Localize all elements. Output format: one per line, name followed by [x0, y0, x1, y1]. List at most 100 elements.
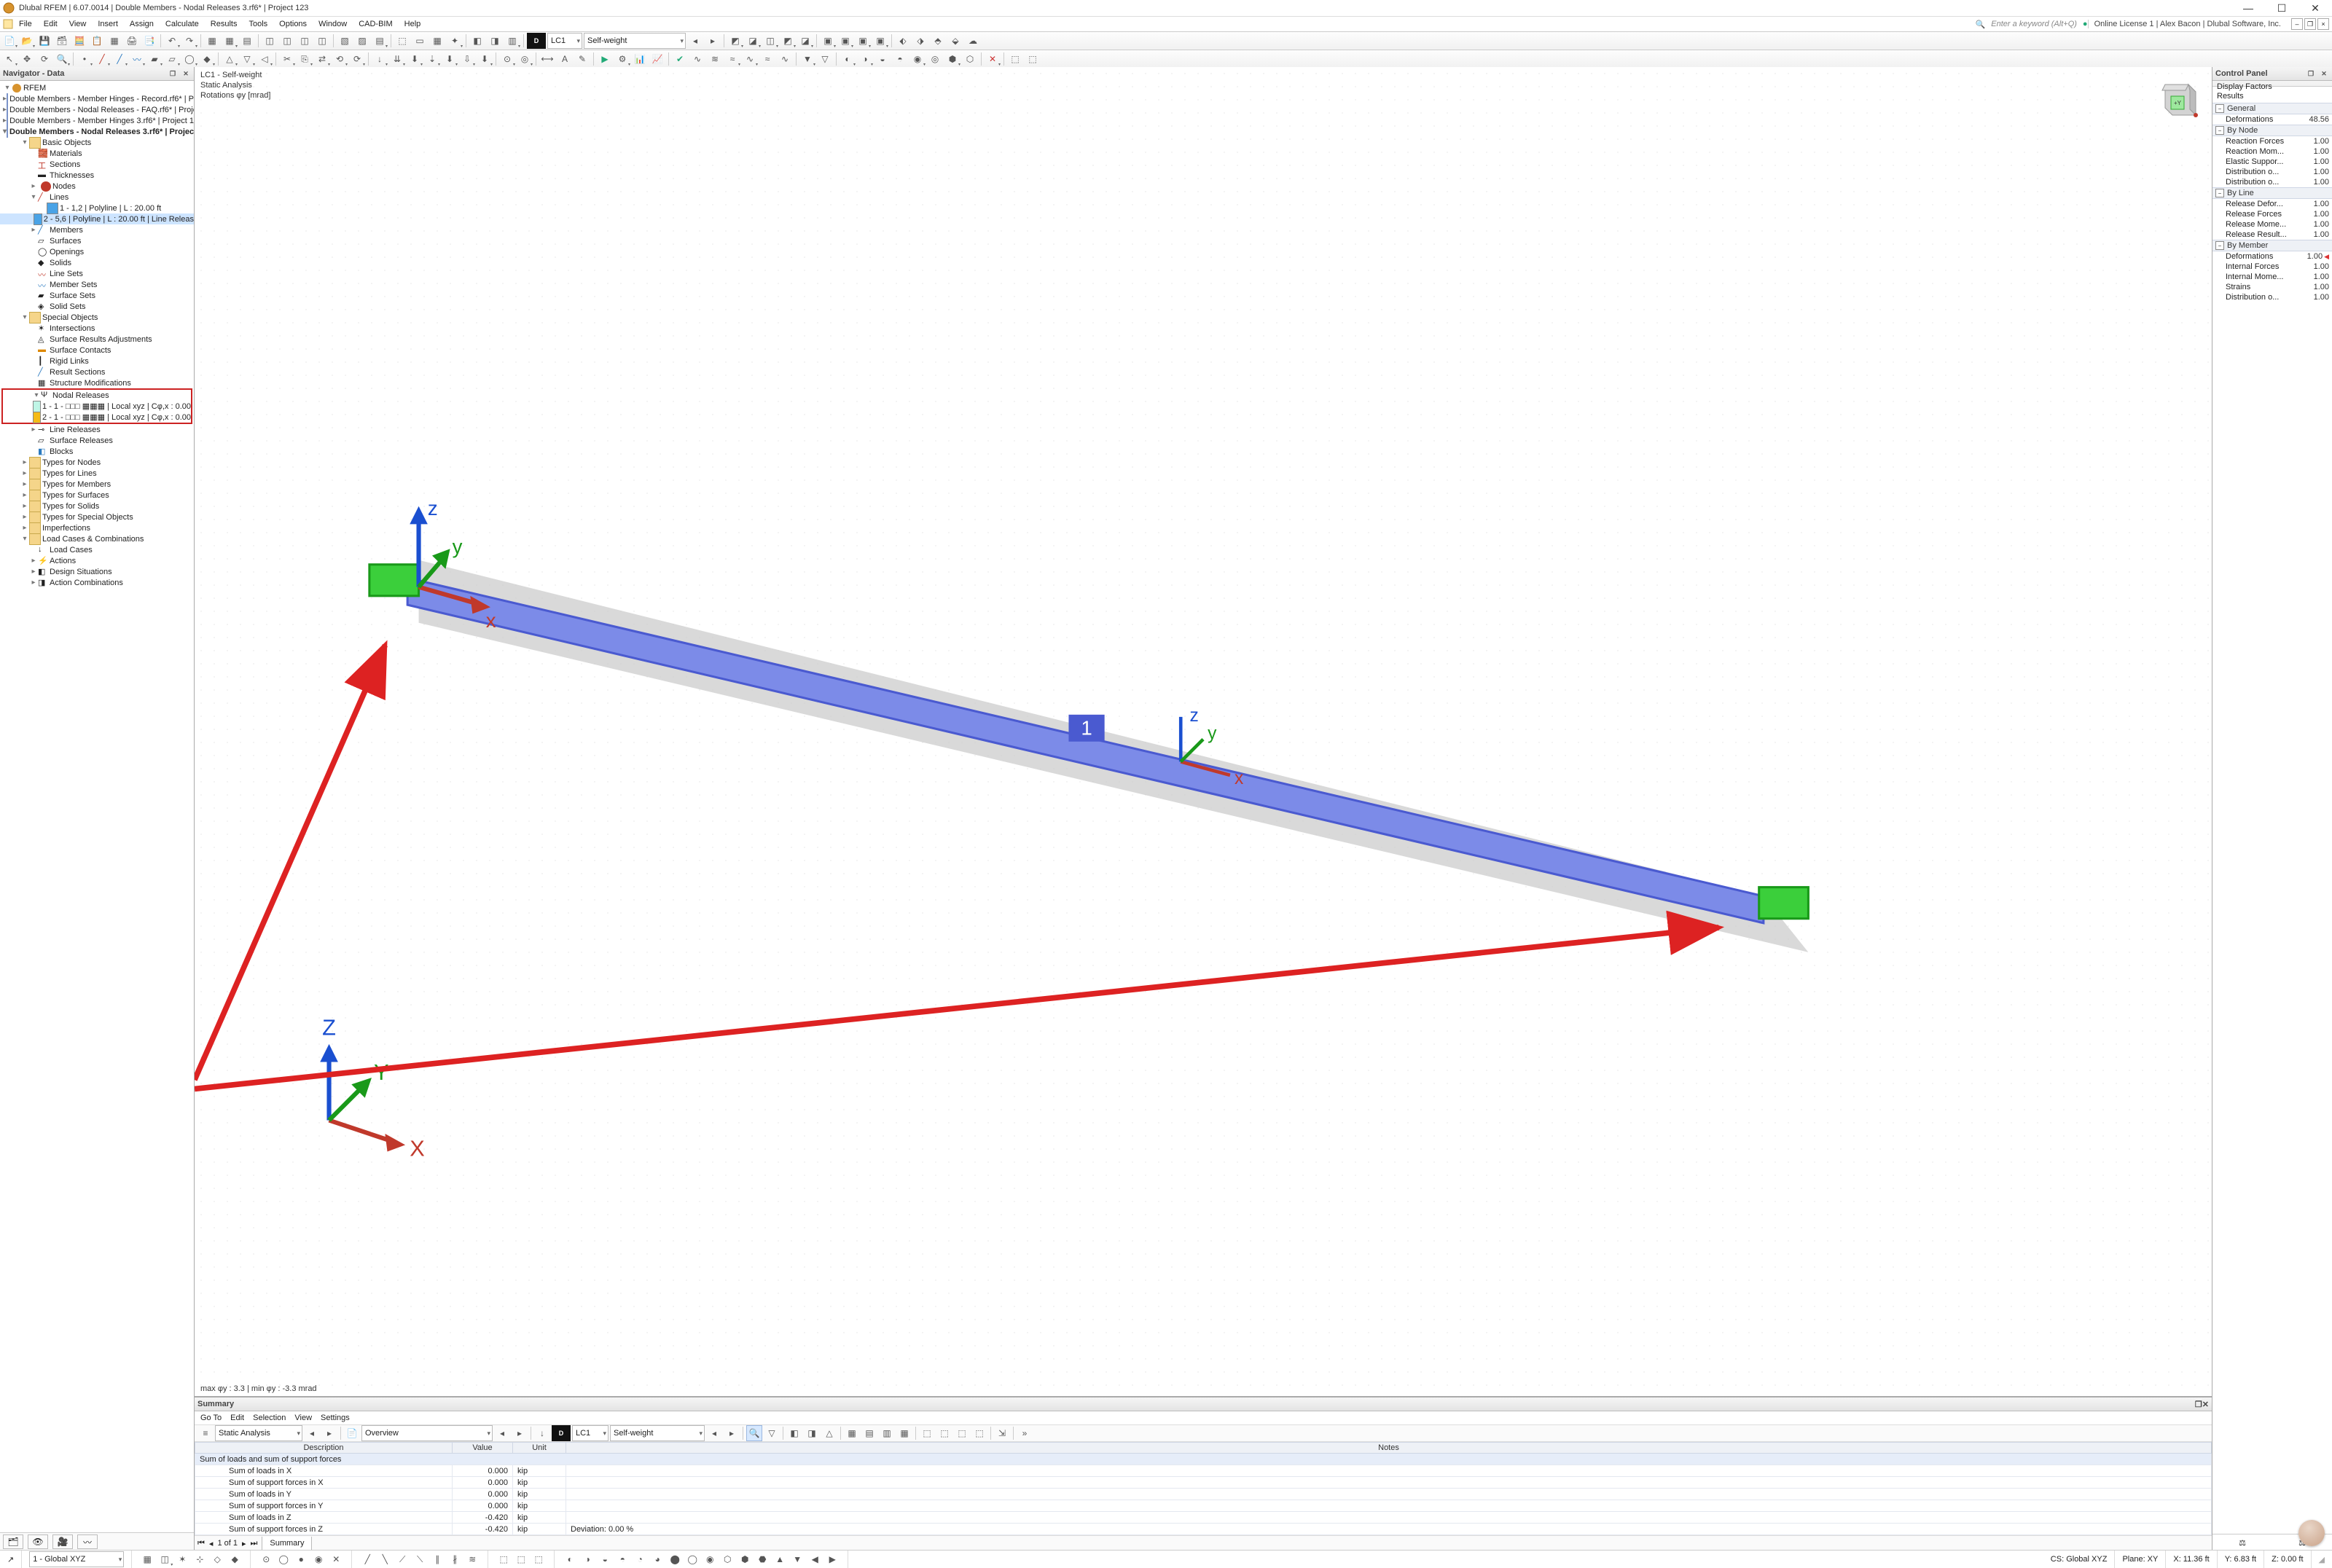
pan-icon[interactable]: ✥: [19, 51, 35, 67]
summary-pin-icon[interactable]: ❐: [2195, 1400, 2202, 1409]
grid-icon[interactable]: ▦: [204, 33, 220, 49]
tree-line-1[interactable]: 1 - 1,2 | Polyline | L : 20.00 ft: [60, 204, 161, 213]
line-icon[interactable]: ╱▾: [94, 51, 110, 67]
sum-h-icon[interactable]: ⬚: [919, 1425, 935, 1441]
cp-row[interactable]: Release Mome...1.00: [2212, 219, 2332, 230]
menu-file[interactable]: File: [13, 17, 38, 31]
bt22-icon[interactable]: ◐: [562, 1551, 578, 1567]
cp-row[interactable]: Elastic Suppor...1.00: [2212, 157, 2332, 167]
nav-tab-data-icon[interactable]: 🗂: [3, 1534, 23, 1549]
nav-tab-views-icon[interactable]: 🎥: [52, 1534, 73, 1549]
calc3-icon[interactable]: 📊: [632, 51, 648, 67]
axes-icon[interactable]: ✦▾: [447, 33, 463, 49]
mdi-min-button[interactable]: –: [2291, 18, 2303, 30]
bt21-icon[interactable]: ⬚: [531, 1551, 547, 1567]
pager-prev-icon[interactable]: ◂: [209, 1539, 214, 1548]
summary-menu-view[interactable]: View: [294, 1414, 312, 1422]
bt17-icon[interactable]: ∦: [447, 1551, 463, 1567]
summary-tab[interactable]: Summary: [262, 1537, 312, 1551]
bt7-icon[interactable]: ⊙: [258, 1551, 274, 1567]
summary-grid[interactable]: Description Value Unit Notes Sum of load…: [195, 1442, 2212, 1535]
misc2-icon[interactable]: ◑▾: [857, 51, 873, 67]
display1-icon[interactable]: ◧: [469, 33, 485, 49]
summary-close-icon[interactable]: ✕: [2202, 1400, 2209, 1409]
hinge-icon[interactable]: ⊙▾: [499, 51, 515, 67]
col-unit[interactable]: Unit: [513, 1443, 566, 1454]
sup1-icon[interactable]: △▾: [222, 51, 238, 67]
bt11-icon[interactable]: ✕: [328, 1551, 344, 1567]
calc1-icon[interactable]: ▶: [597, 51, 613, 67]
sum-lc-name[interactable]: Self-weight: [610, 1425, 705, 1441]
res-d-icon[interactable]: ∿▾: [742, 51, 758, 67]
cp-row[interactable]: Reaction Mom...1.00: [2212, 146, 2332, 157]
view1-icon[interactable]: ◫: [262, 33, 278, 49]
select-icon[interactable]: ↖▾: [1, 51, 17, 67]
summary-menu-goto[interactable]: Go To: [200, 1414, 222, 1422]
imp2-icon[interactable]: ⬗: [912, 33, 928, 49]
sum-a-icon[interactable]: ◧: [786, 1425, 802, 1441]
bt28-icon[interactable]: ⬤: [667, 1551, 683, 1567]
bt31-icon[interactable]: ⬡: [719, 1551, 735, 1567]
assistant-avatar[interactable]: [2298, 1520, 2325, 1546]
tree-imperfections[interactable]: Imperfections: [42, 524, 90, 533]
bt6-icon[interactable]: ◆: [227, 1551, 243, 1567]
table-icon[interactable]: ▦: [106, 33, 122, 49]
res4-icon[interactable]: ◩▾: [780, 33, 796, 49]
text-icon[interactable]: A: [557, 51, 573, 67]
cp-scale1-icon[interactable]: ⚖: [2239, 1538, 2246, 1548]
sum-c-icon[interactable]: △: [821, 1425, 837, 1441]
sum-f-icon[interactable]: ▥: [879, 1425, 895, 1441]
calc2-icon[interactable]: ⚙▾: [614, 51, 630, 67]
nav-tab-display-icon[interactable]: 👁: [28, 1534, 48, 1549]
res1-icon[interactable]: ◩▾: [727, 33, 743, 49]
filter1-icon[interactable]: ▼▾: [799, 51, 815, 67]
display2-icon[interactable]: ◨: [487, 33, 503, 49]
tree-actcomb[interactable]: Action Combinations: [50, 579, 123, 587]
tree-surfaces[interactable]: Surfaces: [50, 237, 81, 246]
tree-basic-objects[interactable]: Basic Objects: [42, 138, 91, 147]
edit5-icon[interactable]: ⟳▾: [349, 51, 365, 67]
render3-icon[interactable]: ▤▾: [372, 33, 388, 49]
edit3-icon[interactable]: ⇄▾: [314, 51, 330, 67]
res2-icon[interactable]: ◪▾: [745, 33, 761, 49]
bt5-icon[interactable]: ◇: [209, 1551, 225, 1567]
node-icon[interactable]: •▾: [77, 51, 93, 67]
menu-results[interactable]: Results: [205, 17, 243, 31]
misc1-icon[interactable]: ◐▾: [840, 51, 856, 67]
tree-nodes[interactable]: Nodes: [52, 182, 76, 191]
cp-group[interactable]: −By Node: [2212, 125, 2332, 136]
menu-view[interactable]: View: [63, 17, 93, 31]
mod4-icon[interactable]: ▣▾: [872, 33, 888, 49]
solid-icon[interactable]: ◆▾: [199, 51, 215, 67]
mod3-icon[interactable]: ▣▾: [855, 33, 871, 49]
tree-contacts[interactable]: Surface Contacts: [50, 346, 111, 355]
col-value[interactable]: Value: [453, 1443, 513, 1454]
bt8-icon[interactable]: ◯: [275, 1551, 292, 1567]
cp-row[interactable]: Internal Forces1.00: [2212, 262, 2332, 272]
bt35-icon[interactable]: ▼: [789, 1551, 805, 1567]
mod1-icon[interactable]: ▣▾: [820, 33, 836, 49]
bt10-icon[interactable]: ◉: [310, 1551, 326, 1567]
misc3-icon[interactable]: ◒: [874, 51, 891, 67]
res-e-icon[interactable]: ≈: [759, 51, 775, 67]
control-pin-icon[interactable]: ❐: [2306, 68, 2316, 79]
cp-row[interactable]: Internal Mome...1.00: [2212, 272, 2332, 282]
sum-find-icon[interactable]: 🔍: [746, 1425, 762, 1441]
tree-rigid[interactable]: Rigid Links: [50, 357, 89, 366]
edit1-icon[interactable]: ✂▾: [279, 51, 295, 67]
member-icon[interactable]: 〰▾: [129, 51, 145, 67]
edit2-icon[interactable]: ⎘▾: [297, 51, 313, 67]
cp-group[interactable]: −By Member: [2212, 240, 2332, 251]
menu-calculate[interactable]: Calculate: [160, 17, 205, 31]
bt2-icon[interactable]: ◫▾: [157, 1551, 173, 1567]
tree-root[interactable]: RFEM: [23, 84, 46, 93]
tree-nr2[interactable]: 2 - 1 - □□□ ▦▦▦ | Local xyz | Cφ,x : 0.0…: [42, 412, 191, 422]
res-on-icon[interactable]: ✔: [672, 51, 688, 67]
tree-intersections[interactable]: Intersections: [50, 324, 95, 333]
tree-types-lines[interactable]: Types for Lines: [42, 469, 97, 478]
layer-icon[interactable]: ▤: [239, 33, 255, 49]
redo-icon[interactable]: ↷▾: [181, 33, 197, 49]
tree-project-2[interactable]: Double Members - Member Hinges 3.rf6* | …: [9, 117, 194, 125]
view2-icon[interactable]: ◫: [279, 33, 295, 49]
lc-next-icon[interactable]: ▸: [705, 33, 721, 49]
